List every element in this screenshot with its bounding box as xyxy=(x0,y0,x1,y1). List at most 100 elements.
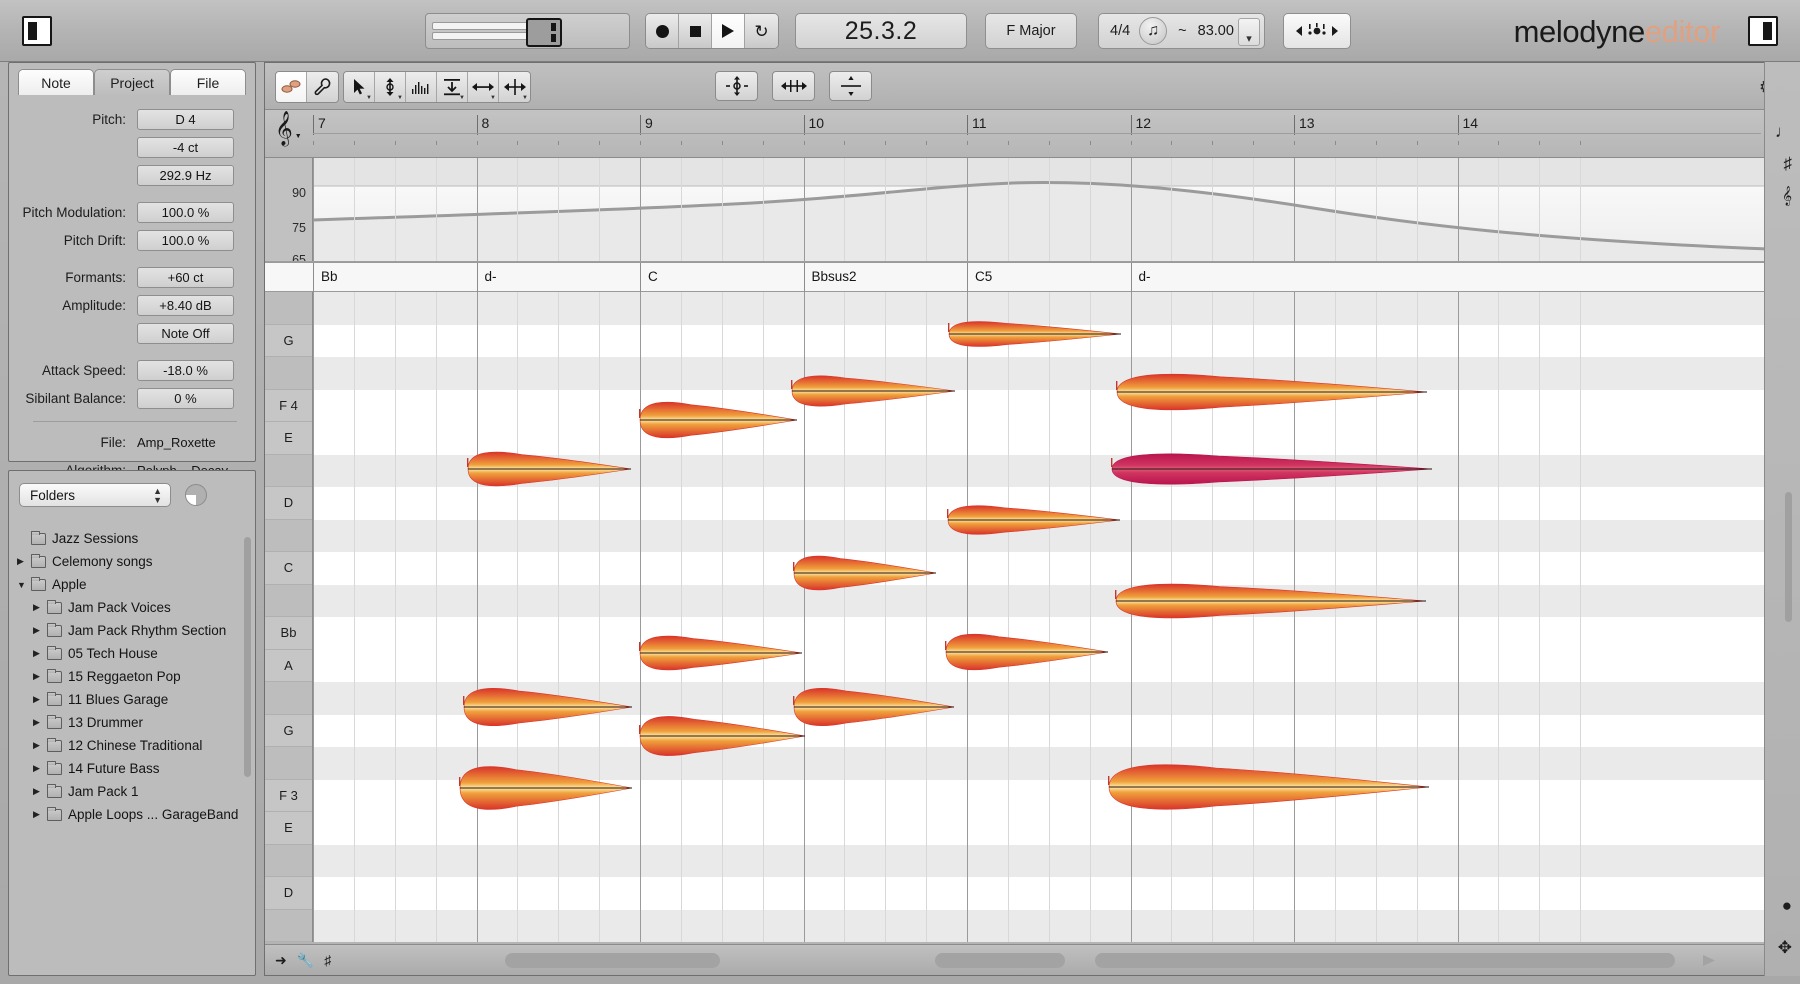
field-pitch-drift-value[interactable]: 100.0 % xyxy=(137,230,234,251)
pitch-label[interactable]: A xyxy=(265,650,312,683)
pitch-tool[interactable]: ▼ xyxy=(375,72,406,102)
note-grid[interactable]: GF 4EDCBbAGF 3ED xyxy=(265,292,1791,942)
tab-file[interactable]: File xyxy=(170,69,246,95)
tree-item[interactable]: 14 Future Bass xyxy=(17,757,255,780)
browser-mode-select[interactable]: Folders ▲▼ xyxy=(19,483,171,507)
pitch-label[interactable] xyxy=(265,910,312,943)
note-blob[interactable] xyxy=(638,398,801,442)
field-amplitude-value[interactable]: +8.40 dB xyxy=(137,295,234,316)
note-value-knob[interactable]: ♫ xyxy=(1139,17,1167,45)
zoom-scroll-widget[interactable] xyxy=(425,13,630,49)
note-blob[interactable] xyxy=(946,502,1124,538)
navigate-notes-button[interactable] xyxy=(1283,13,1351,49)
pitch-label[interactable] xyxy=(265,585,312,618)
keysig-icon[interactable]: ♯ xyxy=(324,952,331,969)
pitch-label[interactable] xyxy=(265,357,312,390)
tree-item[interactable]: Jazz Sessions xyxy=(17,527,255,550)
chord-label[interactable]: C5 xyxy=(967,263,1131,292)
pitch-label[interactable] xyxy=(265,292,312,325)
chevron-down-icon[interactable] xyxy=(17,580,31,590)
note-icon[interactable]: ♩ xyxy=(1775,122,1792,142)
chevron-right-icon[interactable] xyxy=(33,671,47,682)
field-note-off-value[interactable]: Note Off xyxy=(137,323,234,344)
note-blob[interactable] xyxy=(638,632,806,674)
tree-item[interactable]: Jam Pack Rhythm Section xyxy=(17,619,255,642)
pitch-label[interactable]: G xyxy=(265,715,312,748)
stop-button[interactable] xyxy=(679,14,712,48)
tree-item[interactable]: 13 Drummer xyxy=(17,711,255,734)
note-blob[interactable] xyxy=(458,762,636,814)
pitch-label[interactable] xyxy=(265,682,312,715)
pitch-label[interactable] xyxy=(265,845,312,878)
field-pitch-modulation-value[interactable]: 100.0 % xyxy=(137,202,234,223)
quantize-macro-button[interactable] xyxy=(829,71,872,101)
note-blob[interactable] xyxy=(466,448,635,490)
amplitude-tool[interactable]: ▼ xyxy=(437,72,468,102)
note-blob[interactable] xyxy=(462,684,636,730)
tree-item[interactable]: Celemony songs xyxy=(17,550,255,573)
play-button[interactable] xyxy=(712,14,745,48)
pitch-label[interactable]: D xyxy=(265,487,312,520)
pitch-label[interactable]: G xyxy=(265,325,312,358)
correct-pitch-tool[interactable] xyxy=(307,72,338,102)
timing-macro-button[interactable] xyxy=(772,71,815,101)
record-button[interactable] xyxy=(646,14,679,48)
note-blob[interactable] xyxy=(1114,580,1430,622)
note-blob[interactable] xyxy=(792,552,940,594)
tab-note[interactable]: Note xyxy=(18,69,94,95)
pitch-label[interactable]: C xyxy=(265,552,312,585)
clef-icon[interactable]: 𝄞▼ xyxy=(275,114,293,144)
chevron-right-icon[interactable] xyxy=(33,763,47,774)
panel-right-toggle-button[interactable] xyxy=(1748,16,1778,46)
pitch-label[interactable] xyxy=(265,520,312,553)
tempo-value[interactable]: 83.00 xyxy=(1198,23,1234,39)
note-assignment-tool[interactable] xyxy=(276,72,307,102)
formant-tool[interactable] xyxy=(406,72,437,102)
chevron-right-icon[interactable] xyxy=(33,809,47,820)
note-blob[interactable] xyxy=(792,684,958,730)
browser-volume-knob[interactable] xyxy=(185,484,207,506)
browser-scrollbar[interactable] xyxy=(244,537,251,777)
chord-label[interactable]: d- xyxy=(477,263,641,292)
chord-label[interactable]: Bb xyxy=(313,263,477,292)
field-sibilant-balance-value[interactable]: 0 % xyxy=(137,388,234,409)
note-blob[interactable] xyxy=(790,372,959,410)
chord-label[interactable]: Bbsus2 xyxy=(804,263,968,292)
tree-item[interactable]: Jam Pack Voices xyxy=(17,596,255,619)
tree-item[interactable]: Jam Pack 1 xyxy=(17,780,255,803)
time-signature[interactable]: 4/4 xyxy=(1110,23,1130,39)
pitch-label[interactable]: F 3 xyxy=(265,780,312,813)
chevron-right-icon[interactable] xyxy=(33,786,47,797)
field-pitch-value[interactable]: D 4 xyxy=(137,109,234,130)
field-formants-value[interactable]: +60 ct xyxy=(137,267,234,288)
note-separation-tool[interactable]: ▼ xyxy=(499,72,530,102)
chord-track[interactable]: Bbd-CBbsus2C5d- xyxy=(265,262,1791,292)
chevron-right-icon[interactable] xyxy=(33,717,47,728)
tree-item[interactable]: Apple Loops ... GarageBand xyxy=(17,803,255,826)
chevron-right-icon[interactable] xyxy=(33,694,47,705)
keysig-icon[interactable]: ♯ xyxy=(1784,154,1793,174)
note-blob[interactable] xyxy=(638,712,809,760)
tempo-stepper[interactable]: ▾ xyxy=(1238,18,1260,46)
zoom-selection-box[interactable] xyxy=(526,18,562,47)
clef-small-icon[interactable]: 𝄞 xyxy=(1782,186,1792,206)
chord-label[interactable]: C xyxy=(640,263,804,292)
tree-item[interactable]: 12 Chinese Traditional xyxy=(17,734,255,757)
pitch-ruler[interactable]: GF 4EDCBbAGF 3ED xyxy=(265,292,313,942)
tree-item[interactable]: 15 Reggaeton Pop xyxy=(17,665,255,688)
note-blob[interactable] xyxy=(944,630,1112,674)
arrow-icon[interactable]: ➜ xyxy=(275,952,287,969)
pitch-label[interactable] xyxy=(265,455,312,488)
chevron-right-icon[interactable] xyxy=(33,625,47,636)
pitch-label[interactable]: Bb xyxy=(265,617,312,650)
panel-left-toggle-button[interactable] xyxy=(22,16,52,46)
pitch-label[interactable]: D xyxy=(265,877,312,910)
wrench-icon[interactable]: 🔧 xyxy=(297,952,314,969)
note-blob[interactable] xyxy=(947,318,1125,350)
note-blob[interactable] xyxy=(1107,760,1433,814)
position-display[interactable]: 25.3.2 xyxy=(795,13,967,49)
note-blob[interactable] xyxy=(1115,370,1431,414)
chevron-right-icon[interactable] xyxy=(33,740,47,751)
tree-item[interactable]: 05 Tech House xyxy=(17,642,255,665)
timeline-ruler[interactable]: 𝄞▼ 7891011121314 xyxy=(265,110,1791,158)
